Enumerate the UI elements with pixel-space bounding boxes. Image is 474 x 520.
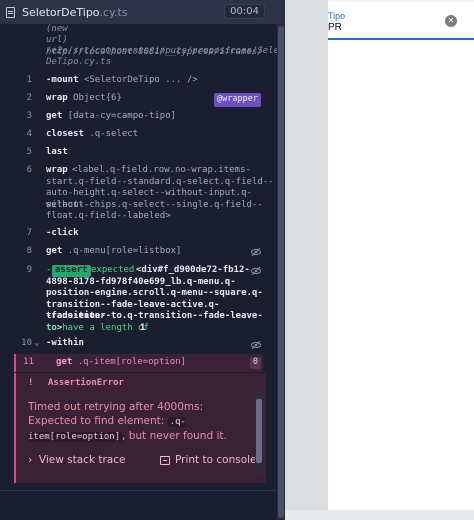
command-name: wrap <box>46 165 68 175</box>
row-number: 10 <box>21 338 32 348</box>
row-number: 1 <box>26 75 32 85</box>
view-stack-trace-button[interactable]: › View stack trace <box>28 454 125 466</box>
row-command: closest .q-select <box>46 129 138 141</box>
command-message: [data-cy=campo-tipo] <box>67 111 177 121</box>
error-icon: ! <box>28 378 34 388</box>
clear-icon[interactable]: ✕ <box>445 15 457 27</box>
url-text-0: (new <box>46 24 68 34</box>
alias-badge: @wrapper <box>214 93 261 107</box>
row-command: wrap Object{6} <box>46 93 122 105</box>
row-command: get [data-cy=campo-tipo] <box>46 111 176 123</box>
chevron-right-icon: › <box>28 454 33 466</box>
spec-file-ext: .cy.ts <box>99 5 128 19</box>
error-title: AssertionError <box>48 378 124 388</box>
preview-bottom-strip <box>285 510 474 520</box>
command-name: -mount <box>46 75 79 85</box>
row-command: -mount <SeletorDeTipo ... /> <box>46 75 198 87</box>
row-number: 5 <box>26 147 32 157</box>
command-name: -click <box>46 228 79 238</box>
eye-icon[interactable] <box>251 266 261 276</box>
command-message: <div#f_d900de72-fb12- <box>136 265 250 275</box>
error-message: Timed out retrying after 4000ms: Expecte… <box>28 400 254 444</box>
command-message: .q-select <box>89 129 139 139</box>
command-name: last <box>46 147 68 157</box>
row-number: 7 <box>26 228 32 238</box>
error-text: , but never found it. <box>122 430 227 442</box>
url-text-3: DeTipo.cy.ts <box>46 57 112 67</box>
app-preview-gutter <box>285 0 328 520</box>
file-icon <box>6 6 15 18</box>
log-scrollbar-thumb[interactable] <box>278 26 284 518</box>
log-row-11-failed[interactable]: 11 get .q-item[role=option] 0 <box>14 354 263 372</box>
command-message: expected <box>91 265 135 275</box>
field-underline <box>328 38 474 40</box>
row-number: 3 <box>26 111 32 121</box>
eye-icon[interactable] <box>251 340 261 350</box>
row-command: get .q-menu[role=listbox] <box>46 246 181 258</box>
error-panel: ! AssertionError Timed out retrying afte… <box>14 373 266 483</box>
command-name: - <box>46 265 52 275</box>
command-message: <SeletorDeTipo ... /> <box>83 75 198 85</box>
url-text-2: /e2e/src/components/inputs/proposicoes/S… <box>46 46 296 56</box>
command-message: start.q-field--standard.q-select.q-field… <box>46 176 274 187</box>
command-message: without-chips.q-select--single.q-field-- <box>46 199 263 210</box>
command-message: 4898-8178-fd978f40e699_lb.q-menu.q- <box>46 276 236 287</box>
error-scrollbar-thumb[interactable] <box>256 399 262 463</box>
row-number: 4 <box>26 129 32 139</box>
command-message: Object{6} <box>73 93 122 103</box>
chevron-down-icon[interactable]: ⌄ <box>34 338 39 350</box>
command-name: -within <box>46 338 84 348</box>
spec-header: SeletorDeTipo .cy.ts 00:04 <box>0 0 285 24</box>
print-to-console-button[interactable]: Print to console <box>160 454 257 466</box>
command-message: .q-item[role=option] <box>77 357 187 367</box>
command-message: float.q-field--labeled> <box>46 211 171 221</box>
command-name: get <box>56 357 73 367</box>
row-command: get .q-item[role=option] <box>56 357 186 369</box>
command-message: to have a length of <box>46 322 149 333</box>
spec-file-name[interactable]: SeletorDeTipo <box>22 6 100 19</box>
eye-icon[interactable] <box>251 247 261 257</box>
command-name: get <box>46 111 63 121</box>
command-name: closest <box>46 129 84 139</box>
run-timer: 00:04 <box>224 4 265 19</box>
row-number: 2 <box>26 93 32 103</box>
printer-icon <box>160 455 170 465</box>
field-label: Tipo <box>328 11 346 21</box>
divider <box>0 490 277 491</box>
assert-badge: assert <box>52 265 91 277</box>
command-name: wrap <box>46 93 68 103</box>
element-count-badge: 0 <box>249 357 261 369</box>
command-log-panel: SeletorDeTipo .cy.ts 00:04 (new url) htt… <box>0 0 295 520</box>
command-message: 1 <box>140 322 146 333</box>
print-label: Print to console <box>175 454 257 466</box>
row-number: 8 <box>26 246 32 256</box>
row-number: 6 <box>26 165 32 175</box>
select-value[interactable]: PR <box>328 22 342 33</box>
stack-trace-label: View stack trace <box>38 454 126 466</box>
command-message: position-engine.scroll.q-menu--square.q- <box>46 288 263 298</box>
row-number: 9 <box>26 265 32 275</box>
app-preview-frame: Tipo PR ✕ <box>328 0 474 510</box>
command-name: get <box>46 246 63 256</box>
command-message: <label.q-field.row.no-wrap.items- <box>72 165 251 175</box>
row-number: 11 <box>23 357 34 367</box>
command-message: .q-menu[role=listbox] <box>67 246 182 256</box>
